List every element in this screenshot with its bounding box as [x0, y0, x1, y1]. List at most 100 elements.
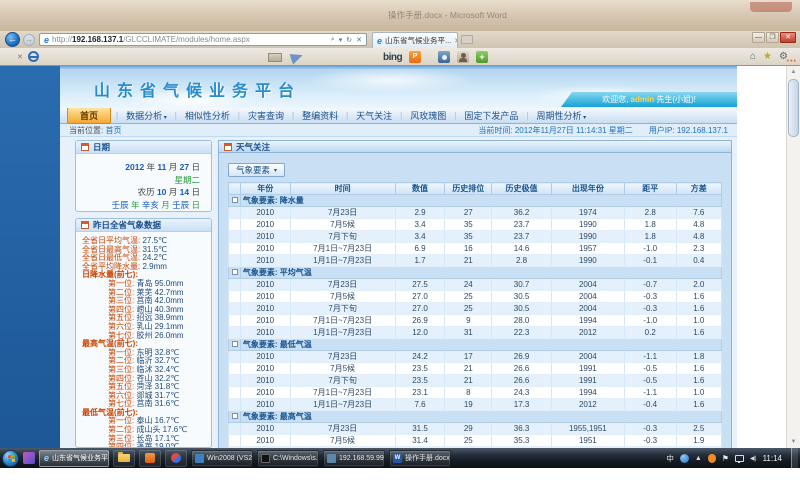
new-tab-button[interactable]: [461, 35, 473, 44]
chevron-down-icon[interactable]: ▾: [339, 36, 343, 44]
document-icon: [224, 143, 232, 151]
calendar-header: 日期: [76, 141, 211, 154]
taskbar-window-button[interactable]: 192.168.59.99...: [323, 450, 385, 467]
contacts-icon[interactable]: [457, 51, 469, 63]
favorites-star-icon[interactable]: ★: [763, 51, 772, 62]
table-row: 20107月5候23.52126.61991-0.51.6: [229, 363, 722, 375]
close-toolbar-icon[interactable]: ✕: [17, 53, 23, 61]
nav-item-3[interactable]: 相似性分析: [177, 109, 238, 122]
bing-logo[interactable]: bing: [383, 52, 402, 63]
vertical-scrollbar[interactable]: ▲ ▼: [786, 66, 800, 448]
refresh-icon[interactable]: ↻: [346, 36, 352, 44]
table-row: 20107月5候31.42535.31951-0.31.9: [229, 435, 722, 447]
minimize-button[interactable]: —: [752, 32, 765, 43]
browser-tab[interactable]: e 山东省气候业务平... ✕: [372, 32, 458, 48]
mail-icon[interactable]: [268, 53, 282, 62]
windows-flag-icon: [8, 455, 15, 463]
system-tray: 中 ▲ ⚑ ◀) 11:14: [666, 448, 798, 468]
maximize-button[interactable]: ❐: [766, 32, 779, 43]
calendar-line-3: 农历 10 月 14 日: [76, 186, 200, 199]
camera-icon[interactable]: [438, 51, 450, 63]
network-icon[interactable]: [735, 455, 744, 462]
orange-app-icon: [145, 453, 155, 463]
nav-item-5[interactable]: 整编资料: [294, 109, 346, 122]
calendar-widget: 日期 2012 年 11 月 27 日星期二农历 10 月 14 日壬辰 年 辛…: [75, 140, 212, 212]
nav-item-6[interactable]: 天气关注: [348, 109, 400, 122]
tray-app-icon[interactable]: [680, 454, 689, 463]
clock[interactable]: 11:14: [763, 454, 782, 463]
vm-icon: [195, 454, 204, 463]
tray-flame-icon[interactable]: [708, 454, 716, 463]
breadcrumb-location[interactable]: 首页: [105, 126, 121, 135]
start-button[interactable]: [2, 450, 19, 467]
table-header-row: 年份时间数值历史排位历史极值出现年份距平方差: [229, 183, 722, 195]
nav-item-4[interactable]: 灾害查询: [240, 109, 292, 122]
site-title: 山东省气候业务平台: [94, 77, 301, 101]
search-icon[interactable]: ⌕: [331, 36, 335, 44]
ie-favicon: e: [44, 35, 49, 45]
stats-header: 昨日全省气象数据: [76, 219, 211, 232]
taskbar: e 山东省气候业务平... Win2008 (VS2...C:\Windows\…: [0, 448, 800, 468]
close-button[interactable]: ✕: [780, 32, 796, 43]
clipboard-icon: [81, 221, 89, 229]
content-area: 日期 2012 年 11 月 27 日星期二农历 10 月 14 日壬辰 年 辛…: [60, 137, 737, 448]
quick-launch-icon[interactable]: [23, 452, 35, 464]
nav-item-8[interactable]: 固定下发产品: [456, 109, 526, 122]
screen: 操作手册.docx - Microsoft Word ← → e http://…: [0, 0, 800, 500]
username: admin: [631, 95, 655, 104]
cmd-icon: [261, 454, 270, 463]
checkbox[interactable]: [232, 413, 238, 419]
send-icon[interactable]: [290, 50, 305, 64]
back-button[interactable]: ←: [5, 32, 20, 47]
table-group-row: 气象要素: 平均气温: [229, 267, 722, 279]
taskbar-window-button[interactable]: W操作手册.docx -...: [389, 450, 451, 467]
nav-item-9[interactable]: 周期性分析 ▾: [528, 109, 594, 122]
stop-icon[interactable]: ✕: [356, 36, 362, 44]
plugin-icon[interactable]: [476, 51, 488, 63]
address-bar[interactable]: e http://192.168.137.1/GLCCLIMATE/module…: [39, 33, 367, 46]
tab-close-icon[interactable]: ✕: [454, 37, 458, 45]
taskbar-explorer-button[interactable]: [113, 450, 135, 467]
action-center-flag-icon[interactable]: ⚑: [722, 454, 729, 463]
more-dots-icon[interactable]: •••: [787, 58, 797, 65]
taskbar-media-app-button[interactable]: [165, 450, 187, 467]
forward-button[interactable]: →: [23, 34, 35, 46]
nav-item-2[interactable]: 数据分析 ▾: [118, 109, 175, 122]
main-nav: 首页|数据分析 ▾|相似性分析|灾害查询|整编资料|天气关注|风玫瑰图|固定下发…: [60, 108, 737, 124]
table-row: 20101月1日~7月23日1.7212.81990-0.10.4: [229, 255, 722, 267]
tab-favicon: e: [377, 36, 382, 46]
scroll-up-icon[interactable]: ▲: [787, 66, 800, 78]
calendar-icon: [81, 143, 89, 151]
checkbox[interactable]: [232, 341, 238, 347]
browser-navigation-bar: ← → e http://192.168.137.1/GLCCLIMATE/mo…: [0, 31, 800, 48]
scroll-down-icon[interactable]: ▼: [787, 436, 800, 448]
element-filter-button[interactable]: 气象要素▾: [228, 163, 285, 177]
checkbox[interactable]: [232, 269, 238, 275]
scrollbar-thumb[interactable]: [788, 79, 799, 137]
show-desktop-button[interactable]: [791, 448, 798, 468]
taskbar-window-button[interactable]: C:\Windows\s...: [257, 450, 319, 467]
browser-toolbar: ✕ bing P ⌂ ★ ⚙ •••: [0, 48, 800, 66]
page-left-margin: [0, 66, 60, 448]
table-row: 20107月1日~7月23日26.9928.01994-1.01.0: [229, 315, 722, 327]
checkbox[interactable]: [232, 197, 238, 203]
taskbar-window-button[interactable]: Win2008 (VS2...: [191, 450, 253, 467]
weather-data-table: 年份时间数值历史排位历史极值出现年份距平方差 气象要素: 降水量20107月23…: [228, 182, 722, 448]
folder-icon: [118, 454, 130, 462]
hidden-icons-arrow[interactable]: ▲: [695, 455, 702, 462]
taskbar-orange-app-button[interactable]: [139, 450, 161, 467]
speaker-icon[interactable]: ◀): [750, 455, 757, 462]
calendar-line-2: 星期二: [76, 174, 200, 187]
nav-item-7[interactable]: 风玫瑰图: [402, 109, 454, 122]
home-icon[interactable]: ⌂: [750, 51, 756, 62]
nav-item-1[interactable]: 首页: [67, 107, 111, 124]
ime-indicator[interactable]: 中: [666, 453, 674, 464]
taskbar-active-window[interactable]: e 山东省气候业务平...: [39, 450, 109, 467]
blocked-icon[interactable]: [28, 51, 39, 62]
orange-addon-icon[interactable]: P: [409, 51, 421, 63]
table-row: 20107月1日~7月23日23.1824.31994-1.11.0: [229, 387, 722, 399]
addon-icons: [438, 51, 488, 63]
background-window-title: 操作手册.docx - Microsoft Word: [388, 9, 507, 21]
panel-title: 天气关注: [236, 141, 270, 153]
table-row: 20107月5候3.43523.719901.84.8: [229, 219, 722, 231]
